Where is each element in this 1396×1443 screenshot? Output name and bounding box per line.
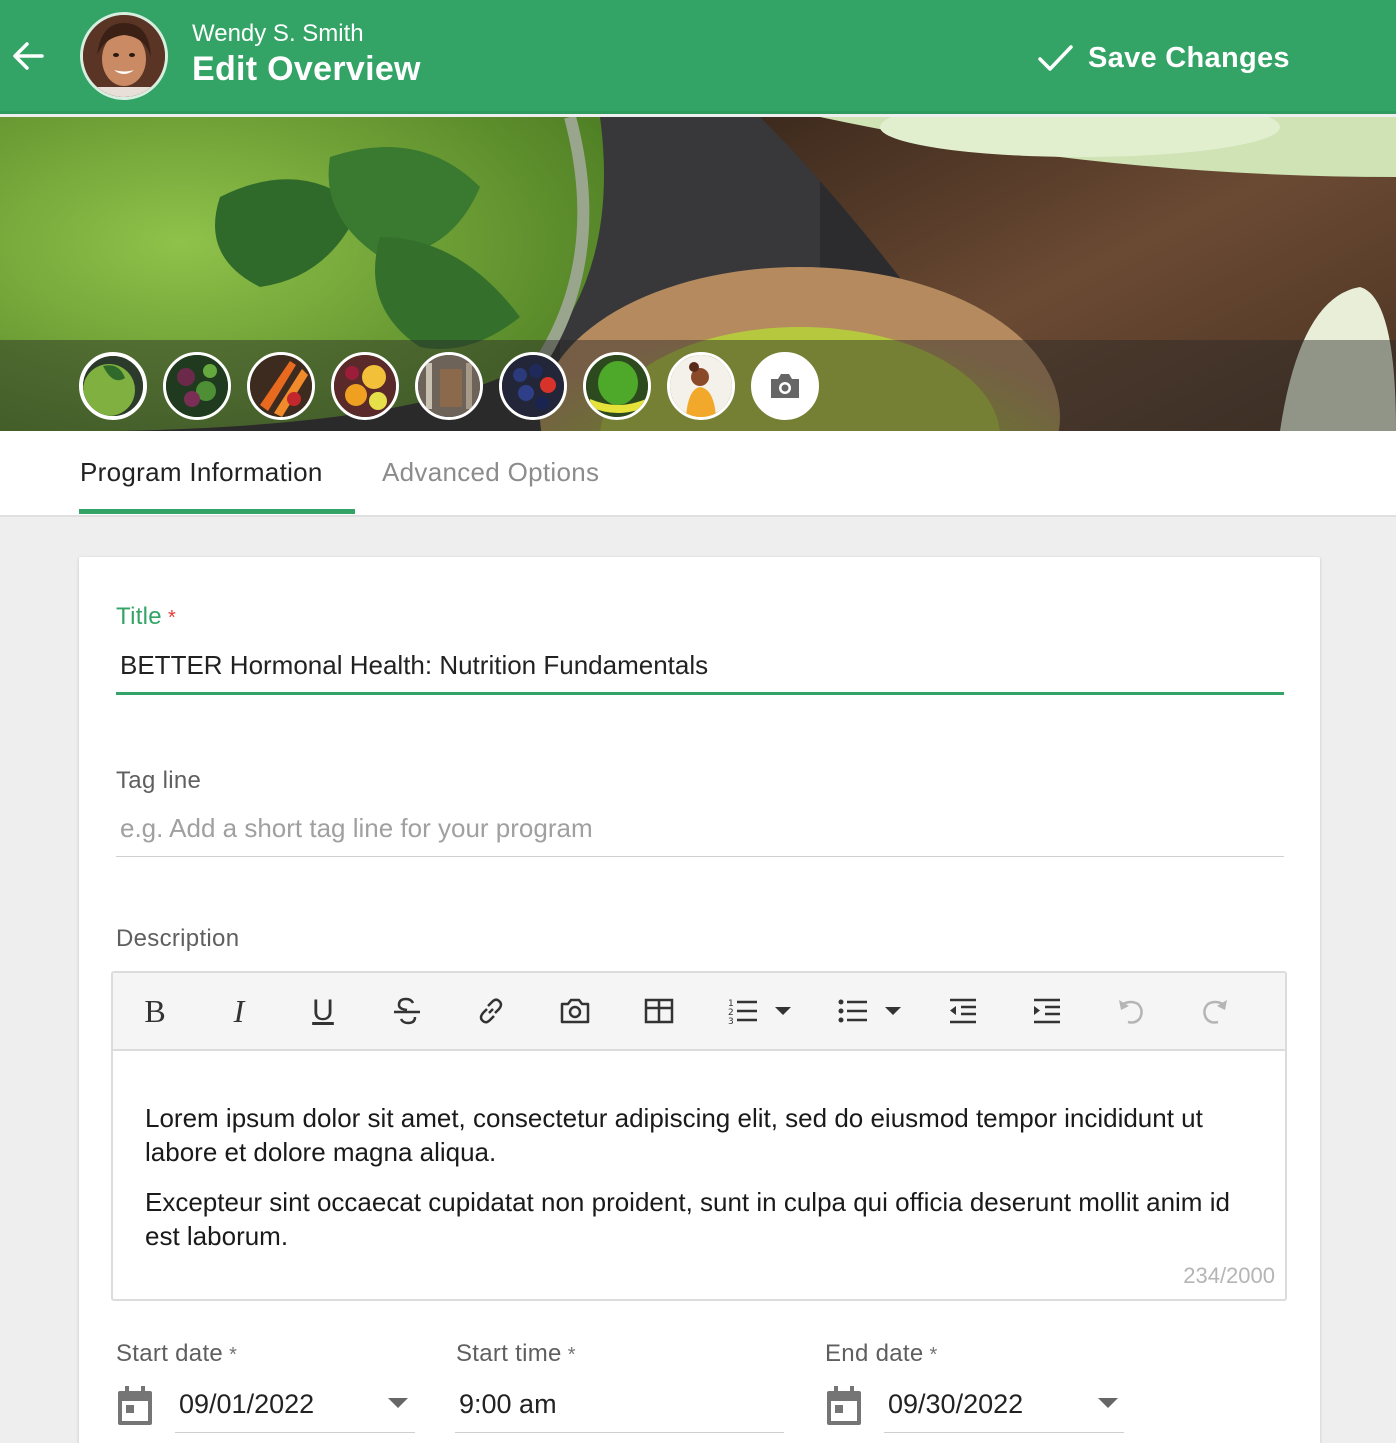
start-date-value: 09/01/2022 [179, 1389, 315, 1419]
description-paragraph: Lorem ipsum dolor sit amet, consectetur … [145, 1103, 1203, 1167]
caret-down-icon[interactable] [1097, 1397, 1119, 1409]
italic-icon: I [233, 992, 245, 1029]
camera-icon [771, 374, 799, 398]
italic-button[interactable]: I [217, 989, 261, 1033]
app-bar: Wendy S. Smith Edit Overview Save Change… [0, 0, 1396, 114]
undo-button[interactable] [1109, 989, 1153, 1033]
required-mark: * [167, 607, 177, 629]
required-mark: * [929, 1344, 938, 1366]
required-mark: * [567, 1344, 576, 1366]
back-button[interactable] [8, 34, 48, 78]
avatar-photo [83, 15, 165, 97]
insert-image-button[interactable] [553, 989, 597, 1033]
user-name: Wendy S. Smith [192, 20, 364, 47]
calendar-icon[interactable] [825, 1385, 863, 1427]
program-form-card: Title* Tag line Description B I U [79, 557, 1320, 1443]
start-time-value: 9:00 am [459, 1389, 557, 1419]
caret-down-icon[interactable] [387, 1397, 409, 1409]
arrow-left-icon [13, 42, 44, 70]
table-button[interactable] [637, 989, 681, 1033]
tab-program-information[interactable]: Program Information [80, 457, 323, 488]
underline-button[interactable]: U [301, 989, 345, 1033]
gallery-thumbnail[interactable] [163, 352, 231, 420]
caret-down-icon [775, 1007, 791, 1015]
start-time-field[interactable]: 9:00 am [455, 1377, 784, 1433]
table-icon [644, 998, 674, 1024]
save-changes-button[interactable]: Save Changes [1036, 30, 1290, 86]
gallery-thumbnail[interactable] [499, 352, 567, 420]
calendar-icon[interactable] [116, 1385, 154, 1427]
active-tab-indicator [79, 509, 355, 514]
indent-button[interactable] [1025, 989, 1069, 1033]
underline-icon: U [312, 994, 334, 1027]
avatar[interactable] [80, 12, 168, 100]
camera-icon [560, 998, 590, 1024]
page-title: Edit Overview [192, 50, 421, 88]
bullet-list-icon [838, 999, 867, 1023]
undo-icon [1119, 1000, 1143, 1024]
redo-button[interactable] [1193, 989, 1237, 1033]
svg-text:3: 3 [728, 1017, 734, 1026]
required-mark: * [229, 1344, 238, 1366]
character-counter: 234/2000 [1183, 1263, 1275, 1288]
outdent-button[interactable] [941, 989, 985, 1033]
description-editor: B I U 123 Lorem ipsum dolor sit amet, co… [111, 971, 1287, 1301]
add-image-button[interactable] [751, 352, 819, 420]
strikethrough-icon [394, 997, 420, 1025]
tab-advanced-options[interactable]: Advanced Options [382, 457, 599, 488]
ordered-list-button[interactable]: 123 [721, 989, 765, 1033]
end-date-label: End date * [825, 1340, 938, 1367]
tagline-input[interactable] [116, 801, 1284, 857]
start-date-label: Start date * [116, 1340, 238, 1367]
description-label: Description [116, 925, 240, 952]
outdent-icon [950, 998, 976, 1024]
gallery-thumbnail[interactable] [79, 352, 147, 420]
gallery-thumbnail[interactable] [667, 352, 735, 420]
cover-image [0, 117, 1396, 431]
caret-down-icon [885, 1007, 901, 1015]
title-input[interactable] [116, 639, 1284, 695]
save-changes-label: Save Changes [1088, 41, 1290, 74]
bold-button[interactable]: B [133, 989, 177, 1033]
end-date-value: 09/30/2022 [888, 1389, 1024, 1419]
indent-icon [1034, 998, 1060, 1024]
strikethrough-button[interactable] [385, 989, 429, 1033]
ordered-list-dropdown[interactable] [769, 989, 797, 1033]
description-paragraph: Excepteur sint occaecat cupidatat non pr… [145, 1187, 1230, 1251]
check-icon [1038, 45, 1073, 71]
image-gallery [0, 340, 1396, 431]
tab-bar: Program Information Advanced Options [0, 431, 1396, 517]
link-button[interactable] [469, 989, 513, 1033]
ordered-list-icon: 123 [728, 999, 757, 1026]
gallery-thumbnail[interactable] [583, 352, 651, 420]
bold-icon: B [144, 992, 166, 1029]
gallery-thumbnail[interactable] [331, 352, 399, 420]
description-content[interactable]: Lorem ipsum dolor sit amet, consectetur … [145, 1101, 1255, 1253]
tagline-label: Tag line [116, 767, 202, 794]
redo-icon [1203, 1000, 1227, 1024]
start-date-field[interactable]: 09/01/2022 [175, 1377, 415, 1433]
bullet-list-dropdown[interactable] [879, 989, 907, 1033]
title-label: Title * [116, 603, 177, 630]
link-icon [479, 998, 503, 1024]
gallery-thumbnail[interactable] [415, 352, 483, 420]
gallery-thumbnail[interactable] [247, 352, 315, 420]
end-date-field[interactable]: 09/30/2022 [884, 1377, 1124, 1433]
editor-toolbar: B I U 123 [113, 973, 1285, 1051]
start-time-label: Start time * [456, 1340, 576, 1367]
bullet-list-button[interactable] [831, 989, 875, 1033]
